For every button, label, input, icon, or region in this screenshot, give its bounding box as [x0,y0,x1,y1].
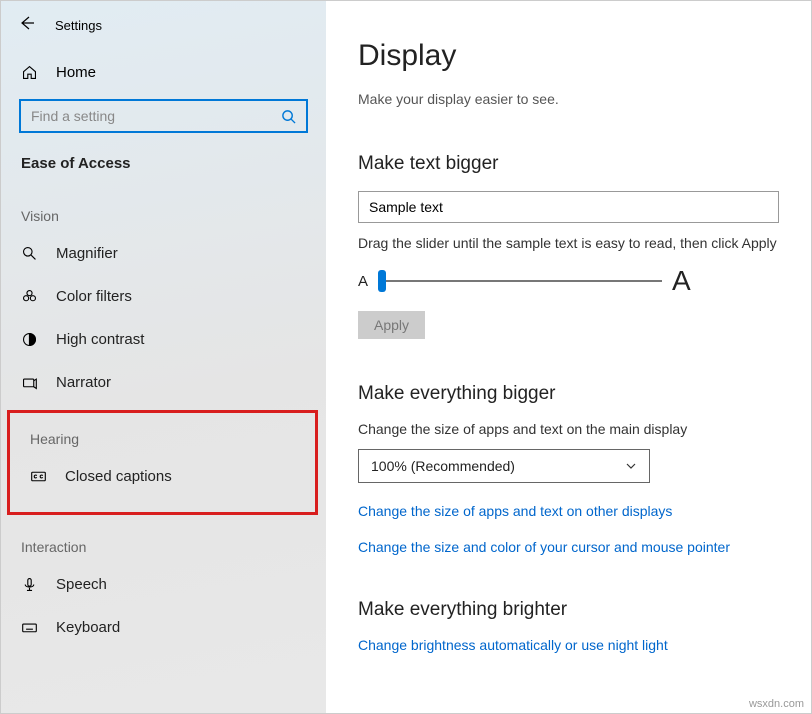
page-subtitle: Make your display easier to see. [358,91,779,107]
link-cursor-pointer[interactable]: Change the size and color of your cursor… [358,539,779,555]
magnifier-icon [21,245,38,262]
sidebar-item-color-filters[interactable]: Color filters [1,275,326,318]
sample-text-input[interactable] [358,191,779,223]
nav-label: Color filters [56,288,132,305]
slider-hint: Drag the slider until the sample text is… [358,235,779,251]
slider-thumb[interactable] [378,270,386,292]
speech-icon [21,576,38,593]
scale-dropdown[interactable]: 100% (Recommended) [358,449,650,483]
link-other-displays[interactable]: Change the size of apps and text on othe… [358,503,779,519]
home-label: Home [56,64,96,81]
nav-label: Magnifier [56,245,118,262]
dropdown-value: 100% (Recommended) [371,458,515,474]
closed-captions-icon [30,468,47,485]
sidebar-item-keyboard[interactable]: Keyboard [1,606,326,649]
back-icon[interactable] [19,15,35,36]
search-icon [281,109,296,124]
sidebar-item-high-contrast[interactable]: High contrast [1,318,326,361]
app-title: Settings [55,18,102,33]
nav-label: High contrast [56,331,144,348]
sidebar-item-speech[interactable]: Speech [1,563,326,606]
apply-button[interactable]: Apply [358,311,425,339]
text-size-slider[interactable] [378,271,662,291]
sidebar-item-closed-captions[interactable]: Closed captions [10,455,315,498]
nav-label: Speech [56,576,107,593]
highlight-box: Hearing Closed captions [7,410,318,515]
group-title: Ease of Access [1,155,326,190]
nav-label: Keyboard [56,619,120,636]
section-hearing: Hearing [10,423,315,455]
link-brightness[interactable]: Change brightness automatically or use n… [358,637,779,653]
slider-label-big: A [672,265,691,297]
nav-label: Narrator [56,374,111,391]
text-bigger-heading: Make text bigger [358,153,779,175]
watermark: wsxdn.com [749,698,804,710]
keyboard-icon [21,619,38,636]
everything-bigger-heading: Make everything bigger [358,383,779,405]
nav-label: Closed captions [65,468,172,485]
slider-label-small: A [358,273,368,290]
section-vision: Vision [1,190,326,232]
brighter-heading: Make everything brighter [358,599,779,621]
sidebar-item-magnifier[interactable]: Magnifier [1,232,326,275]
search-input[interactable] [31,108,281,124]
sidebar-item-narrator[interactable]: Narrator [1,361,326,404]
home-icon [21,64,38,81]
search-box[interactable] [19,99,308,133]
home-nav[interactable]: Home [1,54,326,99]
high-contrast-icon [21,331,38,348]
chevron-down-icon [625,460,637,472]
color-filters-icon [21,288,38,305]
section-interaction: Interaction [1,521,326,563]
narrator-icon [21,374,38,391]
page-title: Display [358,39,779,73]
everything-bigger-desc: Change the size of apps and text on the … [358,421,779,437]
